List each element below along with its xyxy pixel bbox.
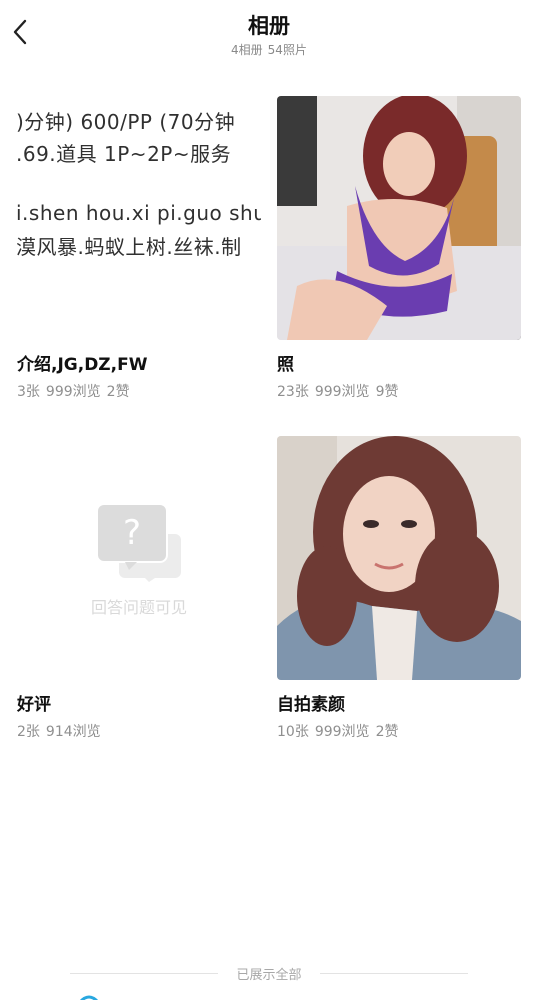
locked-hint: 回答问题可见 <box>90 598 187 617</box>
photo-count: 54照片 <box>267 43 307 57</box>
album-meta: 10张 999浏览 2赞 <box>277 721 521 741</box>
thumb-text-line: )分钟) 600/PP (70分钟 <box>17 110 236 134</box>
album-meta: 2张 914浏览 <box>17 721 261 741</box>
album-title: 照 <box>277 355 294 375</box>
question-bubble-icon: ? <box>97 504 181 582</box>
album-photo-count: 23张 <box>277 384 309 400</box>
album-views: 999浏览 <box>45 384 101 400</box>
album-views: 914浏览 <box>45 724 101 740</box>
album-card-photos[interactable]: 照 23张 999浏览 9赞 <box>277 96 521 401</box>
footer-divider-right <box>320 973 468 974</box>
thumb-text-line: .69.道具 1P~2P~服务 <box>17 142 232 166</box>
album-card-reviews[interactable]: ? 回答问题可见 好评 2张 914浏览 <box>17 436 261 741</box>
album-likes: 2赞 <box>375 724 399 740</box>
album-card-selfies[interactable]: 自拍素颜 10张 999浏览 2赞 <box>277 436 521 741</box>
album-thumbnail <box>277 436 521 680</box>
album-thumbnail: )分钟) 600/PP (70分钟 .69.道具 1P~2P~服务 i.shen… <box>17 96 261 340</box>
page-title: 相册 <box>248 14 290 38</box>
album-title: 介绍,JG,DZ,FW <box>17 355 148 375</box>
album-views: 999浏览 <box>314 724 370 740</box>
page-subtitle: 4相册 54照片 <box>0 41 538 58</box>
album-count: 4相册 <box>231 43 263 57</box>
thumb-text-line: i.shen hou.xi pi.guo shu <box>17 201 261 225</box>
photo-image <box>277 436 521 680</box>
album-card-intro[interactable]: )分钟) 600/PP (70分钟 .69.道具 1P~2P~服务 i.shen… <box>17 96 261 401</box>
photo-image <box>277 96 521 340</box>
album-meta: 3张 999浏览 2赞 <box>17 381 261 401</box>
album-views: 999浏览 <box>314 384 370 400</box>
brand-icon <box>79 995 99 1000</box>
album-meta: 23张 999浏览 9赞 <box>277 381 521 401</box>
nav-header: 相册 4相册 54照片 <box>0 0 538 70</box>
thumb-text-line: 漠风暴.蚂蚁上树.丝袜.制 <box>17 235 242 259</box>
album-title: 好评 <box>17 695 51 715</box>
album-likes: 2赞 <box>106 384 130 400</box>
album-title: 自拍素颜 <box>277 695 345 715</box>
album-thumbnail <box>277 96 521 340</box>
album-photo-count: 3张 <box>17 384 40 400</box>
svg-text:?: ? <box>123 513 141 553</box>
album-photo-count: 2张 <box>17 724 40 740</box>
album-likes: 9赞 <box>375 384 399 400</box>
album-thumbnail: ? 回答问题可见 <box>17 436 261 680</box>
album-photo-count: 10张 <box>277 724 309 740</box>
